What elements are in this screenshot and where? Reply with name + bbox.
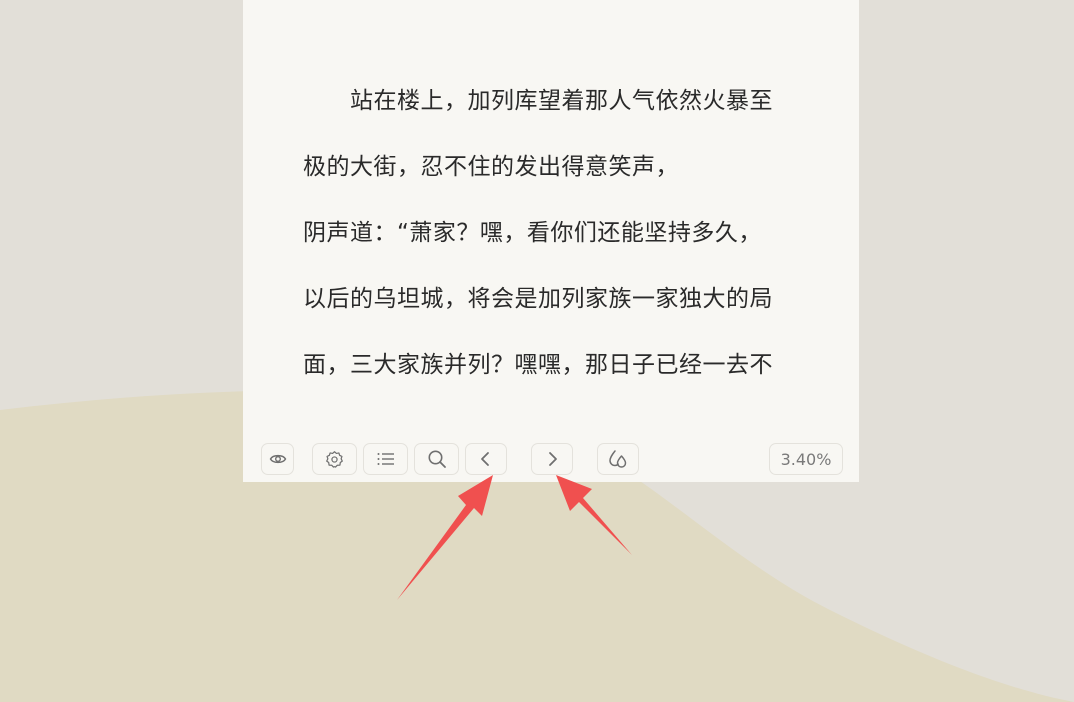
chevron-left-icon xyxy=(481,452,489,466)
droplet-icon xyxy=(609,450,627,468)
table-of-contents-button[interactable] xyxy=(363,443,408,475)
gear-icon xyxy=(326,450,343,468)
reading-progress-badge: 3.40% xyxy=(769,443,843,475)
search-icon xyxy=(428,450,446,468)
list-icon xyxy=(377,453,394,465)
reader-line: 面，三大家族并列？嘿嘿，那日子已经一去不 xyxy=(303,352,773,378)
reader-text: 站在楼上，加列库望着那人气依然火暴至 极的大街，忍不住的发出得意笑声， 阴声道：… xyxy=(303,68,803,398)
reader-line: 站在楼上，加列库望着那人气依然火暴至 xyxy=(350,88,773,114)
next-page-button[interactable] xyxy=(531,443,573,475)
reader-line: 极的大街，忍不住的发出得意笑声， xyxy=(303,154,679,180)
chevron-right-icon xyxy=(549,452,557,466)
reader-line: 阴声道：“萧家？嘿，看你们还能坚持多久， xyxy=(303,220,762,246)
eye-toggle-button[interactable] xyxy=(261,443,294,475)
reader-line: 以后的乌坦城，将会是加列家族一家独大的局 xyxy=(303,286,773,312)
search-button[interactable] xyxy=(414,443,459,475)
reader-page: 站在楼上，加列库望着那人气依然火暴至 极的大街，忍不住的发出得意笑声， 阴声道：… xyxy=(243,0,859,482)
eye-icon xyxy=(269,454,286,464)
reader-toolbar: 3.40% xyxy=(243,443,859,477)
theme-button[interactable] xyxy=(597,443,639,475)
settings-button[interactable] xyxy=(312,443,357,475)
previous-page-button[interactable] xyxy=(465,443,507,475)
reading-progress-text: 3.40% xyxy=(780,449,832,469)
